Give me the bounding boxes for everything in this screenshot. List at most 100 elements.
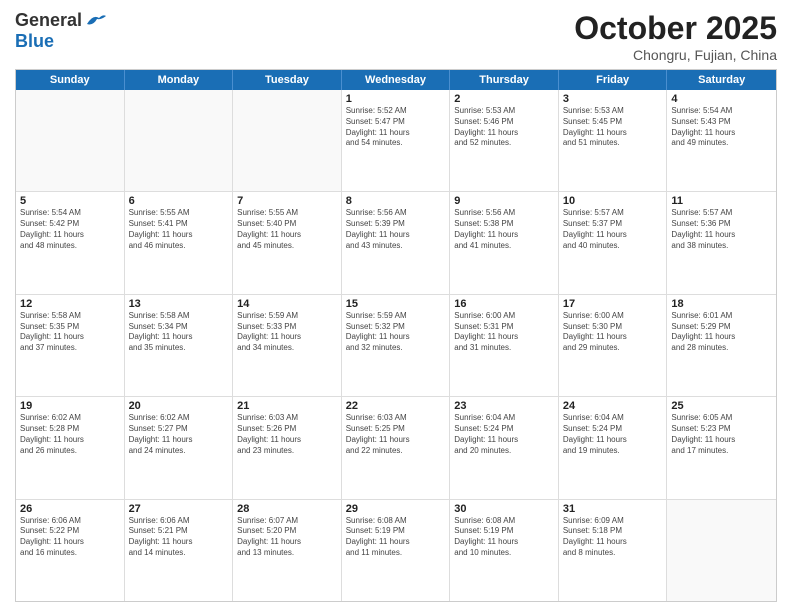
day-info: Sunrise: 5:52 AM Sunset: 5:47 PM Dayligh… <box>346 106 446 149</box>
calendar-location: Chongru, Fujian, China <box>574 47 777 63</box>
day-number: 19 <box>20 400 120 412</box>
calendar-day-cell: 16Sunrise: 6:00 AM Sunset: 5:31 PM Dayli… <box>450 295 559 396</box>
day-info: Sunrise: 6:09 AM Sunset: 5:18 PM Dayligh… <box>563 516 663 559</box>
day-info: Sunrise: 5:58 AM Sunset: 5:35 PM Dayligh… <box>20 311 120 354</box>
page-header: General Blue October 2025 Chongru, Fujia… <box>15 10 777 63</box>
weekday-header: Monday <box>125 70 234 90</box>
calendar-day-cell: 5Sunrise: 5:54 AM Sunset: 5:42 PM Daylig… <box>16 192 125 293</box>
day-number: 6 <box>129 195 229 207</box>
calendar-week-row: 19Sunrise: 6:02 AM Sunset: 5:28 PM Dayli… <box>16 397 776 499</box>
day-info: Sunrise: 6:04 AM Sunset: 5:24 PM Dayligh… <box>454 413 554 456</box>
calendar-day-cell: 9Sunrise: 5:56 AM Sunset: 5:38 PM Daylig… <box>450 192 559 293</box>
calendar-day-cell: 20Sunrise: 6:02 AM Sunset: 5:27 PM Dayli… <box>125 397 234 498</box>
day-info: Sunrise: 6:03 AM Sunset: 5:26 PM Dayligh… <box>237 413 337 456</box>
day-number: 22 <box>346 400 446 412</box>
day-number: 11 <box>671 195 772 207</box>
calendar-day-cell: 14Sunrise: 5:59 AM Sunset: 5:33 PM Dayli… <box>233 295 342 396</box>
calendar-day-cell: 28Sunrise: 6:07 AM Sunset: 5:20 PM Dayli… <box>233 500 342 601</box>
calendar-day-cell: 19Sunrise: 6:02 AM Sunset: 5:28 PM Dayli… <box>16 397 125 498</box>
day-info: Sunrise: 6:08 AM Sunset: 5:19 PM Dayligh… <box>454 516 554 559</box>
day-number: 24 <box>563 400 663 412</box>
day-info: Sunrise: 5:55 AM Sunset: 5:40 PM Dayligh… <box>237 208 337 251</box>
day-number: 8 <box>346 195 446 207</box>
logo-blue-text: Blue <box>15 31 54 51</box>
day-info: Sunrise: 6:00 AM Sunset: 5:30 PM Dayligh… <box>563 311 663 354</box>
calendar-week-row: 12Sunrise: 5:58 AM Sunset: 5:35 PM Dayli… <box>16 295 776 397</box>
day-number: 15 <box>346 298 446 310</box>
day-info: Sunrise: 6:01 AM Sunset: 5:29 PM Dayligh… <box>671 311 772 354</box>
day-number: 20 <box>129 400 229 412</box>
day-info: Sunrise: 5:56 AM Sunset: 5:38 PM Dayligh… <box>454 208 554 251</box>
calendar-day-cell: 11Sunrise: 5:57 AM Sunset: 5:36 PM Dayli… <box>667 192 776 293</box>
day-number: 23 <box>454 400 554 412</box>
calendar-day-cell: 26Sunrise: 6:06 AM Sunset: 5:22 PM Dayli… <box>16 500 125 601</box>
day-info: Sunrise: 6:02 AM Sunset: 5:28 PM Dayligh… <box>20 413 120 456</box>
day-number: 18 <box>671 298 772 310</box>
day-number: 25 <box>671 400 772 412</box>
day-number: 14 <box>237 298 337 310</box>
calendar-day-cell: 27Sunrise: 6:06 AM Sunset: 5:21 PM Dayli… <box>125 500 234 601</box>
calendar-day-cell: 1Sunrise: 5:52 AM Sunset: 5:47 PM Daylig… <box>342 90 451 191</box>
day-number: 17 <box>563 298 663 310</box>
weekday-header: Sunday <box>16 70 125 90</box>
calendar-day-cell: 24Sunrise: 6:04 AM Sunset: 5:24 PM Dayli… <box>559 397 668 498</box>
calendar-day-cell: 15Sunrise: 5:59 AM Sunset: 5:32 PM Dayli… <box>342 295 451 396</box>
day-number: 12 <box>20 298 120 310</box>
day-number: 29 <box>346 503 446 515</box>
day-info: Sunrise: 6:02 AM Sunset: 5:27 PM Dayligh… <box>129 413 229 456</box>
calendar-day-cell: 4Sunrise: 5:54 AM Sunset: 5:43 PM Daylig… <box>667 90 776 191</box>
weekday-header: Thursday <box>450 70 559 90</box>
calendar-grid: SundayMondayTuesdayWednesdayThursdayFrid… <box>15 69 777 602</box>
day-number: 10 <box>563 195 663 207</box>
day-info: Sunrise: 5:54 AM Sunset: 5:43 PM Dayligh… <box>671 106 772 149</box>
calendar-day-cell: 10Sunrise: 5:57 AM Sunset: 5:37 PM Dayli… <box>559 192 668 293</box>
day-info: Sunrise: 6:08 AM Sunset: 5:19 PM Dayligh… <box>346 516 446 559</box>
weekday-header: Saturday <box>667 70 776 90</box>
calendar-day-cell: 18Sunrise: 6:01 AM Sunset: 5:29 PM Dayli… <box>667 295 776 396</box>
calendar-week-row: 26Sunrise: 6:06 AM Sunset: 5:22 PM Dayli… <box>16 500 776 601</box>
calendar-day-cell: 31Sunrise: 6:09 AM Sunset: 5:18 PM Dayli… <box>559 500 668 601</box>
calendar-day-cell: 7Sunrise: 5:55 AM Sunset: 5:40 PM Daylig… <box>233 192 342 293</box>
day-info: Sunrise: 6:06 AM Sunset: 5:22 PM Dayligh… <box>20 516 120 559</box>
logo: General Blue <box>15 10 107 52</box>
day-info: Sunrise: 5:57 AM Sunset: 5:36 PM Dayligh… <box>671 208 772 251</box>
day-number: 3 <box>563 93 663 105</box>
day-number: 13 <box>129 298 229 310</box>
day-info: Sunrise: 6:05 AM Sunset: 5:23 PM Dayligh… <box>671 413 772 456</box>
day-number: 4 <box>671 93 772 105</box>
day-number: 27 <box>129 503 229 515</box>
calendar-body: 1Sunrise: 5:52 AM Sunset: 5:47 PM Daylig… <box>16 90 776 601</box>
calendar-day-cell <box>233 90 342 191</box>
calendar-day-cell: 6Sunrise: 5:55 AM Sunset: 5:41 PM Daylig… <box>125 192 234 293</box>
day-number: 1 <box>346 93 446 105</box>
calendar-day-cell: 25Sunrise: 6:05 AM Sunset: 5:23 PM Dayli… <box>667 397 776 498</box>
calendar-day-cell: 23Sunrise: 6:04 AM Sunset: 5:24 PM Dayli… <box>450 397 559 498</box>
day-number: 30 <box>454 503 554 515</box>
day-info: Sunrise: 5:55 AM Sunset: 5:41 PM Dayligh… <box>129 208 229 251</box>
day-info: Sunrise: 6:03 AM Sunset: 5:25 PM Dayligh… <box>346 413 446 456</box>
calendar-day-cell: 30Sunrise: 6:08 AM Sunset: 5:19 PM Dayli… <box>450 500 559 601</box>
day-number: 9 <box>454 195 554 207</box>
day-number: 21 <box>237 400 337 412</box>
calendar-day-cell: 8Sunrise: 5:56 AM Sunset: 5:39 PM Daylig… <box>342 192 451 293</box>
calendar-day-cell: 3Sunrise: 5:53 AM Sunset: 5:45 PM Daylig… <box>559 90 668 191</box>
day-number: 7 <box>237 195 337 207</box>
calendar-day-cell <box>667 500 776 601</box>
day-info: Sunrise: 5:58 AM Sunset: 5:34 PM Dayligh… <box>129 311 229 354</box>
calendar-week-row: 5Sunrise: 5:54 AM Sunset: 5:42 PM Daylig… <box>16 192 776 294</box>
calendar-day-cell: 29Sunrise: 6:08 AM Sunset: 5:19 PM Dayli… <box>342 500 451 601</box>
title-block: October 2025 Chongru, Fujian, China <box>574 10 777 63</box>
day-number: 5 <box>20 195 120 207</box>
day-number: 31 <box>563 503 663 515</box>
calendar-day-cell <box>16 90 125 191</box>
logo-general-text: General <box>15 10 82 31</box>
calendar-day-cell: 2Sunrise: 5:53 AM Sunset: 5:46 PM Daylig… <box>450 90 559 191</box>
day-info: Sunrise: 5:59 AM Sunset: 5:32 PM Dayligh… <box>346 311 446 354</box>
calendar-week-row: 1Sunrise: 5:52 AM Sunset: 5:47 PM Daylig… <box>16 90 776 192</box>
day-info: Sunrise: 5:54 AM Sunset: 5:42 PM Dayligh… <box>20 208 120 251</box>
day-info: Sunrise: 5:53 AM Sunset: 5:46 PM Dayligh… <box>454 106 554 149</box>
day-info: Sunrise: 5:57 AM Sunset: 5:37 PM Dayligh… <box>563 208 663 251</box>
calendar-day-cell: 17Sunrise: 6:00 AM Sunset: 5:30 PM Dayli… <box>559 295 668 396</box>
day-number: 26 <box>20 503 120 515</box>
day-number: 2 <box>454 93 554 105</box>
